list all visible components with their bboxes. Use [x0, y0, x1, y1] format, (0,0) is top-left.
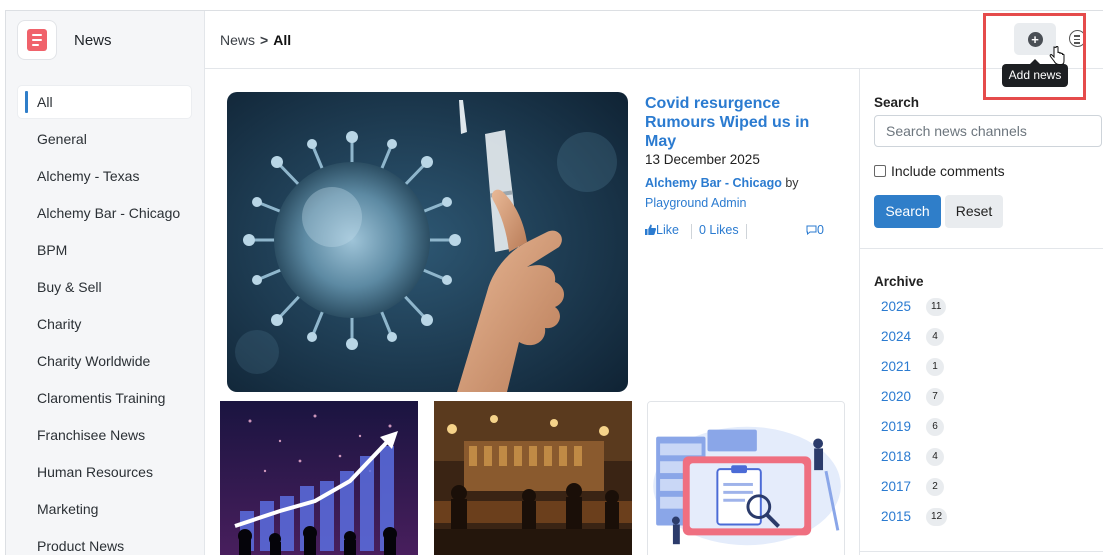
sidebar-item-alchemy-bar-chicago[interactable]: Alchemy Bar - Chicago: [18, 197, 191, 229]
archive-year-2018[interactable]: 2018: [881, 449, 911, 464]
archive-year-2024[interactable]: 2024: [881, 329, 911, 344]
sidebar-item-general[interactable]: General: [18, 123, 191, 155]
include-comments-option[interactable]: Include comments: [874, 163, 1005, 179]
news-app: News News > All + Add news All General Alc…: [5, 10, 1103, 555]
archive-count-badge: 2: [926, 478, 944, 496]
sidebar-item-label: Alchemy Bar - Chicago: [37, 205, 181, 221]
app-name: News: [74, 31, 112, 49]
article-author-link[interactable]: Playground Admin: [645, 196, 746, 210]
archive-year-2015[interactable]: 2015: [881, 509, 911, 524]
sidebar-item-buy-sell[interactable]: Buy & Sell: [18, 271, 191, 303]
featured-article-date: 13 December 2025: [645, 152, 760, 167]
archive-count-badge: 12: [926, 508, 948, 526]
sidebar-item-label: Marketing: [37, 501, 99, 517]
archive-year-2021[interactable]: 2021: [881, 359, 911, 374]
sidebar-item-claromentis-training[interactable]: Claromentis Training: [18, 382, 191, 414]
article-channel-link[interactable]: Alchemy Bar - Chicago: [645, 176, 782, 190]
sidebar-item-bpm[interactable]: BPM: [18, 234, 191, 266]
top-header: News News > All +: [6, 11, 1103, 69]
sidebar-item-human-resources[interactable]: Human Resources: [18, 456, 191, 488]
include-comments-label: Include comments: [891, 163, 1005, 179]
pointer-cursor-icon: [1049, 46, 1065, 65]
sidebar-item-label: Claromentis Training: [37, 390, 166, 406]
archive-heading: Archive: [874, 274, 924, 289]
sidebar-item-all[interactable]: All: [18, 86, 191, 118]
featured-article-image[interactable]: [227, 92, 628, 392]
divider: [860, 551, 1103, 552]
comment-icon: [806, 225, 817, 236]
archive-year-2017[interactable]: 2017: [881, 479, 911, 494]
search-heading: Search: [874, 95, 920, 110]
featured-article-title[interactable]: Covid resurgence Rumours Wiped us in May: [645, 94, 825, 151]
search-input[interactable]: [874, 115, 1102, 147]
reset-button[interactable]: Reset: [945, 195, 1003, 228]
sidebar-item-label: Human Resources: [37, 464, 153, 480]
archive-count-badge: 7: [926, 388, 944, 406]
archive-year-2020[interactable]: 2020: [881, 389, 911, 404]
sidebar-item-label: Charity Worldwide: [37, 353, 151, 369]
comments-count: 0: [817, 223, 824, 237]
right-panel: Search Include comments Search Reset Arc…: [859, 69, 1103, 555]
comments-button[interactable]: 0: [806, 223, 824, 237]
archive-year-2019[interactable]: 2019: [881, 419, 911, 434]
breadcrumb-root[interactable]: News: [220, 32, 255, 48]
brand[interactable]: News: [6, 11, 205, 69]
breadcrumb-current: All: [273, 32, 292, 48]
breadcrumb: News > All: [220, 32, 291, 48]
byline-by: by: [785, 176, 799, 190]
channel-sidebar: All General Alchemy - Texas Alchemy Bar …: [6, 69, 205, 555]
sidebar-item-label: Product News: [37, 538, 125, 554]
archive-count-badge: 4: [926, 328, 944, 346]
sidebar-item-label: BPM: [37, 242, 68, 258]
sidebar-item-product-news[interactable]: Product News: [18, 530, 191, 555]
archive-count-badge: 6: [926, 418, 944, 436]
archive-count-badge: 1: [926, 358, 944, 376]
article-thumbnail-documents[interactable]: [647, 401, 845, 555]
news-feed: Covid resurgence Rumours Wiped us in May…: [206, 69, 858, 555]
news-logo-icon: [17, 20, 57, 60]
divider: [860, 248, 1103, 249]
search-button[interactable]: Search: [874, 195, 941, 228]
likes-count-link[interactable]: 0 Likes: [699, 223, 739, 237]
article-thumbnail-growth[interactable]: [220, 401, 418, 555]
breadcrumb-separator: >: [260, 32, 269, 48]
sidebar-item-label: Buy & Sell: [37, 279, 102, 295]
sidebar-item-marketing[interactable]: Marketing: [18, 493, 191, 525]
sidebar-item-label: Alchemy - Texas: [37, 168, 140, 184]
include-comments-checkbox[interactable]: [874, 165, 886, 177]
featured-article-byline: Alchemy Bar - Chicago by Playground Admi…: [645, 173, 845, 213]
article-thumbnail-bar[interactable]: [434, 401, 632, 555]
archive-year-2025[interactable]: 2025: [881, 299, 911, 314]
like-button[interactable]: Like: [645, 223, 679, 237]
sidebar-item-charity-worldwide[interactable]: Charity Worldwide: [18, 345, 191, 377]
sidebar-item-franchisee-news[interactable]: Franchisee News: [18, 419, 191, 451]
sidebar-item-alchemy-texas[interactable]: Alchemy - Texas: [18, 160, 191, 192]
sidebar-item-label: General: [37, 131, 87, 147]
sidebar-item-label: All: [37, 94, 53, 110]
like-label: Like: [656, 223, 679, 237]
article-actions: Like 0 Likes 0: [645, 223, 830, 241]
sidebar-item-label: Franchisee News: [37, 427, 146, 443]
archive-count-badge: 11: [926, 298, 947, 316]
sidebar-item-label: Charity: [37, 316, 82, 332]
thumbs-up-icon: [645, 224, 657, 235]
sidebar-item-charity[interactable]: Charity: [18, 308, 191, 340]
archive-count-badge: 4: [926, 448, 944, 466]
